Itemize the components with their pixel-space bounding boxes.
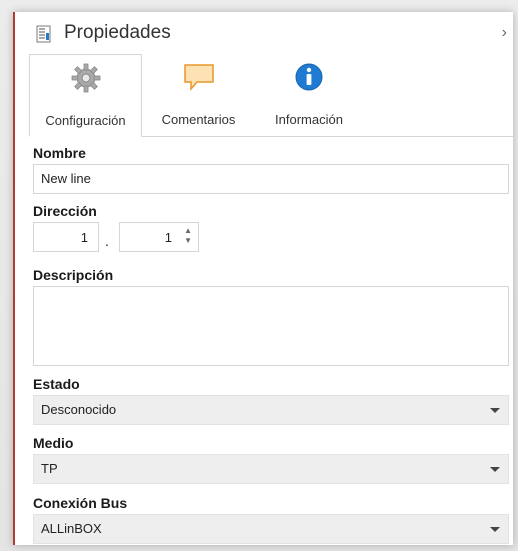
direccion-separator: . (105, 233, 109, 249)
estado-label: Estado (33, 376, 80, 392)
tab-comentarios[interactable]: Comentarios (142, 54, 255, 136)
chevron-down-icon (490, 408, 500, 413)
medio-select[interactable]: TP (33, 454, 509, 484)
direccion-area-input[interactable]: 1 (33, 222, 99, 252)
panel-header: Propiedades › (15, 12, 513, 54)
info-icon (294, 62, 324, 95)
properties-icon (36, 25, 52, 43)
direccion-line-stepper[interactable]: 1 ▲ ▼ (119, 222, 199, 252)
properties-panel: Propiedades › Configuración Comentarios … (13, 12, 513, 545)
medio-label: Medio (33, 435, 74, 451)
comment-icon (183, 62, 215, 95)
tab-informacion[interactable]: Información (255, 54, 363, 136)
nombre-label: Nombre (33, 145, 86, 161)
nombre-input[interactable]: New line (33, 164, 509, 194)
panel-title: Propiedades (64, 22, 171, 43)
tab-strip: Configuración Comentarios Información (29, 54, 513, 137)
collapse-chevron-icon[interactable]: › (502, 24, 507, 42)
stepper-arrows-icon[interactable]: ▲ ▼ (184, 226, 192, 246)
chevron-down-icon (490, 527, 500, 532)
chevron-down-icon (490, 467, 500, 472)
estado-value: Desconocido (41, 402, 117, 417)
descripcion-textarea[interactable] (33, 286, 509, 366)
tab-label: Comentarios (161, 112, 236, 127)
estado-select[interactable]: Desconocido (33, 395, 509, 425)
medio-value: TP (41, 461, 58, 476)
conexion-bus-select[interactable]: ALLinBOX (33, 514, 509, 544)
gear-icon (71, 63, 101, 96)
conexion-bus-value: ALLinBOX (41, 521, 102, 536)
conexion-bus-label: Conexión Bus (33, 495, 128, 511)
direccion-label: Dirección (33, 203, 97, 219)
direccion-line-value: 1 (164, 230, 172, 245)
descripcion-label: Descripción (33, 267, 114, 283)
tab-configuracion[interactable]: Configuración (29, 54, 142, 137)
tab-label: Configuración (45, 113, 126, 128)
tab-label: Información (275, 112, 343, 127)
